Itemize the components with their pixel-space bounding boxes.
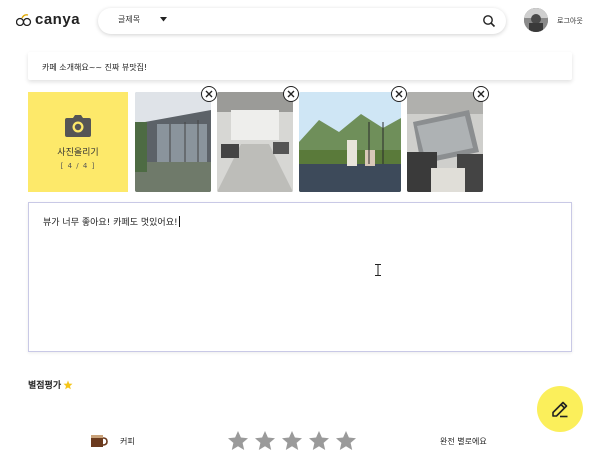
search-bar: 글제목 — [98, 8, 506, 34]
photo-thumbnail — [135, 86, 217, 192]
remove-photo-button[interactable] — [201, 86, 217, 102]
post-title-field[interactable]: 카페 소개해요~~ 진짜 뷰맛집! — [28, 52, 572, 80]
post-title-text: 카페 소개해요~~ 진짜 뷰맛집! — [42, 63, 148, 72]
avatar[interactable] — [524, 8, 548, 32]
logo[interactable]: canya — [16, 11, 80, 28]
cafe-terrace-photo — [407, 92, 483, 192]
search-type-select[interactable]: 글제목 — [118, 14, 168, 25]
star-icon[interactable] — [281, 430, 303, 452]
star-icon[interactable] — [308, 430, 330, 452]
review-textarea[interactable]: 뷰가 너무 좋아요! 카페도 멋있어요! — [28, 202, 572, 352]
ibeam-cursor-icon — [375, 264, 381, 276]
star-rating[interactable] — [227, 430, 357, 452]
search-type-label: 글제목 — [118, 15, 141, 24]
star-icon[interactable] — [227, 430, 249, 452]
cafe-exterior-photo — [135, 92, 211, 192]
text-caret — [178, 216, 180, 227]
top-nav: canya 글제목 로그아웃 — [0, 0, 600, 46]
photo-thumbnail — [217, 86, 299, 192]
close-icon — [477, 90, 485, 98]
rating-title: 별점평가 — [28, 378, 73, 391]
coffee-icon — [91, 435, 108, 447]
rating-description: 완전 별로에요 — [440, 437, 487, 446]
logout-button[interactable]: 로그아웃 — [557, 16, 583, 26]
photo-thumbnail — [299, 86, 407, 192]
remove-photo-button[interactable] — [473, 86, 489, 102]
star-emoji-icon — [63, 380, 73, 389]
upload-photo-button[interactable]: 사진올리기 [ 4 / 4 ] — [28, 92, 128, 192]
star-icon[interactable] — [254, 430, 276, 452]
upload-count: [ 4 / 4 ] — [60, 161, 96, 170]
review-text: 뷰가 너무 좋아요! 카페도 멋있어요! — [43, 216, 180, 228]
close-icon — [205, 90, 213, 98]
cafe-interior-photo — [217, 92, 293, 192]
cherry-logo-icon — [16, 13, 32, 26]
write-post-button[interactable] — [537, 386, 583, 432]
caret-down-icon — [160, 17, 168, 22]
rating-row: 커피 완전 별로에요 — [0, 430, 600, 454]
upload-label: 사진올리기 — [57, 147, 99, 158]
remove-photo-button[interactable] — [391, 86, 407, 102]
cafe-view-drinks-photo — [299, 92, 401, 192]
search-icon[interactable] — [482, 14, 496, 28]
logo-text: canya — [35, 11, 81, 28]
photo-thumbnail — [407, 86, 489, 192]
rating-category-label: 커피 — [120, 437, 135, 446]
remove-photo-button[interactable] — [283, 86, 299, 102]
close-icon — [395, 90, 403, 98]
star-icon[interactable] — [335, 430, 357, 452]
edit-pencil-icon — [552, 401, 568, 418]
camera-icon — [65, 114, 91, 137]
close-icon — [287, 90, 295, 98]
